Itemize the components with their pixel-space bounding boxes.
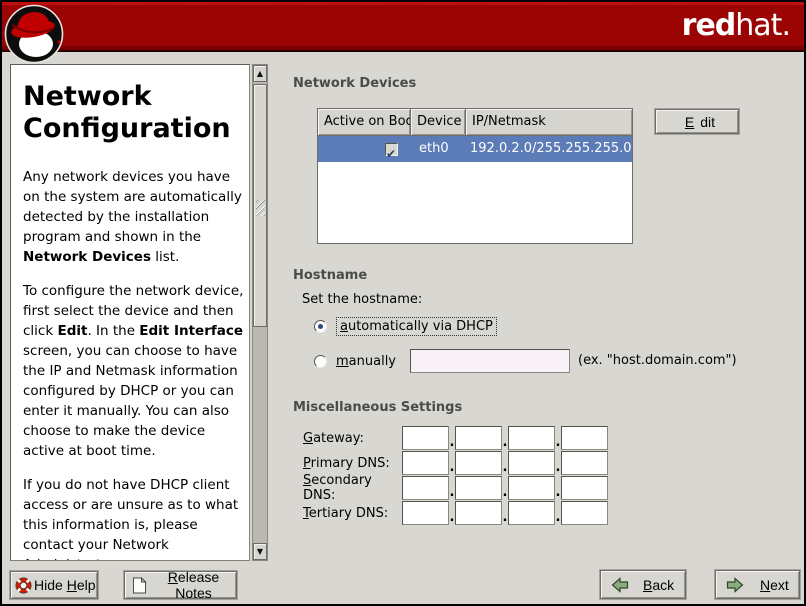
primary-dns-octet-3[interactable] (508, 451, 555, 475)
edit-label-post: dit (700, 114, 715, 130)
back-label: Back (643, 577, 674, 593)
column-header-device[interactable]: Device (411, 109, 466, 136)
primary-dns-label: Primary DNS: (303, 456, 402, 471)
release-notes-label: Release Notes (151, 569, 236, 601)
tertiary-dns-row: Tertiary DNS: . . . (303, 501, 608, 525)
gateway-octet-4[interactable] (561, 426, 608, 450)
gateway-octet-2[interactable] (455, 426, 502, 450)
column-header-active-on-boot[interactable]: Active on Boot (318, 109, 411, 136)
table-header-row: Active on Boot Device IP/Netmask (318, 109, 632, 136)
hostname-section-label: Hostname (293, 268, 367, 283)
secondary-dns-octet-2[interactable] (455, 476, 502, 500)
manually-label[interactable]: manually (336, 354, 396, 369)
primary-dns-octets: . . . (402, 451, 608, 475)
hostname-input[interactable] (410, 349, 570, 373)
manual-label-post: anually (349, 354, 396, 369)
installer-window: redhat. Network Configuration Any networ… (0, 0, 806, 606)
help-paragraph-2: To configure the network device, first s… (23, 281, 245, 461)
manual-label-mnemonic: m (336, 354, 349, 369)
gateway-octet-1[interactable] (402, 426, 449, 450)
gateway-label: Gateway: (303, 431, 402, 446)
help-p1-text: Any network devices you have on the syst… (23, 169, 242, 245)
help-scrollbar[interactable]: ▲ ▼ (252, 64, 268, 561)
help-panel: Network Configuration Any network device… (10, 64, 250, 561)
help-p2-bold-edit-interface: Edit Interface (139, 323, 243, 339)
ip-netmask-cell: 192.0.2.0/255.255.255.0 (466, 136, 632, 162)
scrollbar-thumb[interactable] (253, 84, 267, 327)
edit-label-mnemonic: E (685, 114, 694, 130)
help-p1-text-end: list. (151, 249, 179, 265)
auto-label-post: utomatically via DHCP (348, 319, 493, 334)
primary-dns-row: Primary DNS: . . . (303, 451, 608, 475)
manual-hostname-option: manually (ex. "host.domain.com") (314, 348, 794, 374)
active-on-boot-checkbox[interactable]: ✔ (385, 143, 398, 156)
auto-dhcp-label[interactable]: automatically via DHCP (336, 317, 497, 336)
help-title: Network Configuration (23, 81, 228, 145)
secondary-dns-label: Secondary DNS: (303, 473, 402, 503)
auto-dhcp-option: automatically via DHCP (314, 315, 497, 337)
wordmark-bold: red (682, 8, 736, 43)
document-icon (131, 577, 148, 594)
next-button[interactable]: Next (715, 570, 800, 599)
next-label: Next (760, 577, 789, 593)
network-devices-table: Active on Boot Device IP/Netmask ✔ eth0 … (317, 108, 633, 244)
gateway-row: Gateway: . . . (303, 426, 608, 450)
auto-label-mnemonic: a (340, 319, 348, 334)
scroll-down-arrow-icon[interactable]: ▼ (253, 543, 267, 560)
secondary-dns-octets: . . . (402, 476, 608, 500)
edit-button[interactable]: Edit (655, 109, 739, 134)
title-banner: redhat. (2, 2, 804, 52)
tertiary-dns-octet-1[interactable] (402, 501, 449, 525)
life-preserver-icon (15, 577, 32, 594)
redhat-shadowman-logo-icon (4, 4, 64, 64)
tertiary-dns-octets: . . . (402, 501, 608, 525)
wordmark-dot: . (781, 8, 790, 43)
release-notes-button[interactable]: Release Notes (124, 571, 237, 599)
help-p1-bold: Network Devices (23, 249, 151, 265)
help-paragraph-1: Any network devices you have on the syst… (23, 167, 245, 267)
tertiary-dns-octet-3[interactable] (508, 501, 555, 525)
primary-dns-octet-1[interactable] (402, 451, 449, 475)
secondary-dns-octet-4[interactable] (561, 476, 608, 500)
help-paragraph-3: If you do not have DHCP client access or… (23, 475, 245, 561)
wordmark-rest: hat (735, 8, 781, 43)
gateway-octet-3[interactable] (508, 426, 555, 450)
redhat-wordmark: redhat. (682, 9, 790, 43)
hide-help-label: Hide Help (34, 577, 96, 593)
active-on-boot-cell: ✔ (318, 136, 411, 162)
help-p2-text-mid: . In the (87, 323, 139, 339)
scrollbar-grip (256, 200, 265, 216)
secondary-dns-octet-1[interactable] (402, 476, 449, 500)
tertiary-dns-octet-2[interactable] (455, 501, 502, 525)
back-button[interactable]: Back (600, 570, 686, 599)
tertiary-dns-label: Tertiary DNS: (303, 506, 402, 521)
scroll-up-arrow-icon[interactable]: ▲ (253, 65, 267, 82)
column-header-ip-netmask[interactable]: IP/Netmask (466, 109, 632, 136)
hide-help-button[interactable]: Hide Help (10, 571, 98, 599)
tertiary-dns-octet-4[interactable] (561, 501, 608, 525)
set-hostname-prompt: Set the hostname: (302, 292, 422, 307)
secondary-dns-row: Secondary DNS: . . . (303, 476, 608, 500)
next-arrow-icon (726, 577, 744, 593)
gateway-octets: . . . (402, 426, 608, 450)
secondary-dns-octet-3[interactable] (508, 476, 555, 500)
help-p2-text-end: screen, you can choose to have the IP an… (23, 343, 238, 459)
misc-settings-section-label: Miscellaneous Settings (293, 400, 462, 415)
primary-dns-octet-4[interactable] (561, 451, 608, 475)
radio-auto-dhcp[interactable] (314, 320, 327, 333)
table-row[interactable]: ✔ eth0 192.0.2.0/255.255.255.0 (318, 136, 632, 162)
hostname-example-hint: (ex. "host.domain.com") (578, 353, 737, 368)
device-cell: eth0 (411, 136, 466, 162)
radio-manually[interactable] (314, 355, 327, 368)
help-p2-bold-edit: Edit (57, 323, 87, 339)
checkmark-icon: ✔ (386, 141, 396, 167)
primary-dns-octet-2[interactable] (455, 451, 502, 475)
network-devices-section-label: Network Devices (293, 76, 416, 91)
back-arrow-icon (611, 577, 629, 593)
